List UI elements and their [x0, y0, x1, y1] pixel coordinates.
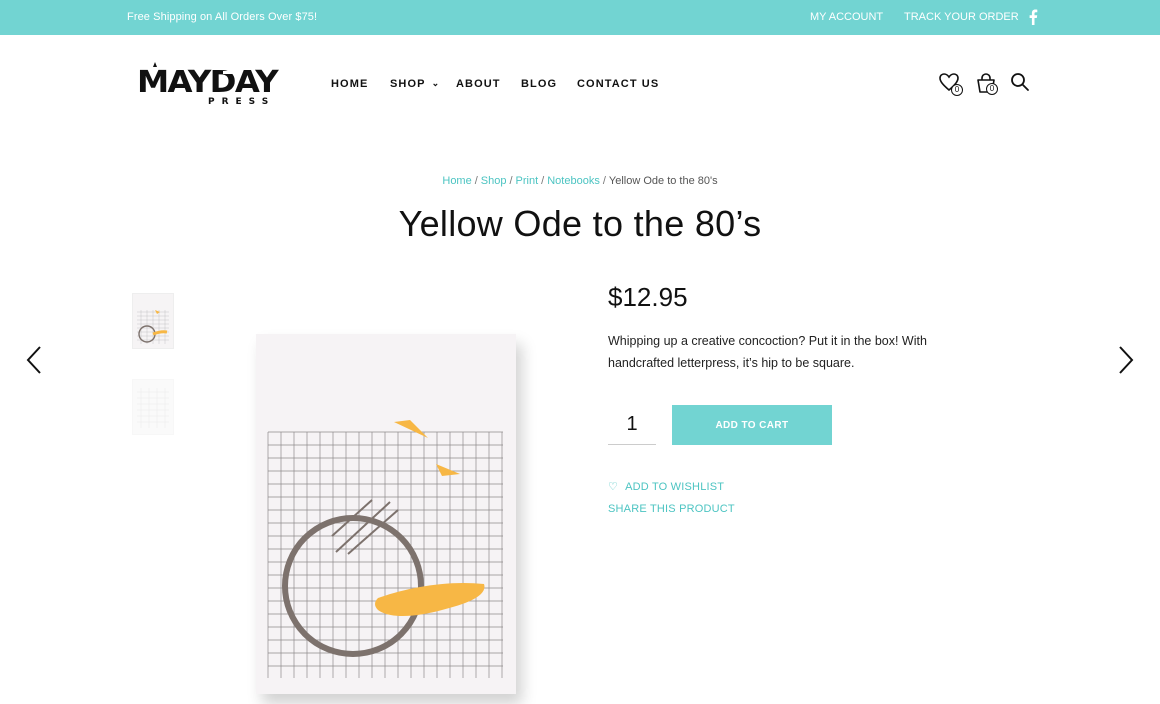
my-account-link[interactable]: MY ACCOUNT	[810, 11, 883, 23]
nav-home[interactable]: HOME	[331, 78, 368, 90]
wishlist-count-badge: 0	[951, 84, 963, 96]
cart-button[interactable]: 0	[975, 72, 1003, 98]
breadcrumb-separator: /	[541, 175, 545, 187]
share-product-link[interactable]: SHARE THIS PRODUCT	[608, 503, 735, 515]
breadcrumb-print[interactable]: Print	[516, 175, 539, 187]
logo-subtitle: PRESS	[208, 97, 275, 106]
logo-wordmark: MAYDAY	[137, 65, 279, 100]
breadcrumb-current: Yellow Ode to the 80's	[608, 175, 718, 187]
breadcrumb-notebooks[interactable]: Notebooks	[547, 175, 600, 187]
product-description: Whipping up a creative concoction? Put i…	[608, 334, 927, 370]
breadcrumb-separator: /	[509, 175, 513, 187]
product-thumbnail-1[interactable]	[132, 293, 174, 349]
next-product-arrow-icon[interactable]	[1115, 345, 1135, 375]
product-title: Yellow Ode to the 80’s	[398, 203, 762, 244]
add-to-cart-button[interactable]: ADD TO CART	[672, 405, 832, 445]
add-to-wishlist-link[interactable]: ♡ ADD TO WISHLIST	[608, 480, 724, 493]
thumbnail-image	[137, 388, 169, 428]
nav-contact[interactable]: CONTACT US	[577, 78, 659, 90]
product-thumbnail-2[interactable]	[132, 379, 174, 435]
thumbnail-image	[137, 310, 169, 344]
facebook-icon[interactable]	[1028, 9, 1038, 25]
nav-shop-label: SHOP	[390, 78, 426, 90]
heart-icon: ♡	[608, 481, 619, 493]
mayday-press-logo[interactable]: MAYDAY PRESS	[137, 62, 279, 106]
add-to-wishlist-label: ADD TO WISHLIST	[625, 481, 725, 493]
chevron-down-icon: ⌄	[431, 78, 441, 88]
breadcrumb-separator: /	[474, 175, 478, 187]
track-order-link[interactable]: TRACK YOUR ORDER	[904, 11, 1019, 23]
product-price: $12.95	[608, 282, 688, 312]
search-icon	[1011, 73, 1029, 91]
breadcrumb-shop[interactable]: Shop	[481, 175, 507, 187]
nav-shop[interactable]: SHOP ⌄	[390, 78, 440, 90]
wishlist-button[interactable]: 0	[938, 72, 966, 98]
search-button[interactable]	[1010, 72, 1032, 94]
quantity-input[interactable]	[608, 405, 656, 445]
previous-product-arrow-icon[interactable]	[25, 345, 45, 375]
top-bar: Free Shipping on All Orders Over $75! MY…	[0, 0, 1160, 35]
cart-count-badge: 0	[986, 83, 998, 95]
free-shipping-text: Free Shipping on All Orders Over $75!	[127, 11, 318, 23]
breadcrumb-separator: /	[602, 175, 606, 187]
breadcrumb: Home / Shop / Print / Notebooks / Yellow Ode to …	[0, 175, 1160, 187]
notebook-illustration	[267, 420, 503, 678]
breadcrumb-home[interactable]: Home	[442, 175, 471, 187]
nav-about[interactable]: ABOUT	[456, 78, 501, 90]
nav-blog[interactable]: BLOG	[521, 78, 557, 90]
product-main-image[interactable]	[256, 334, 516, 694]
